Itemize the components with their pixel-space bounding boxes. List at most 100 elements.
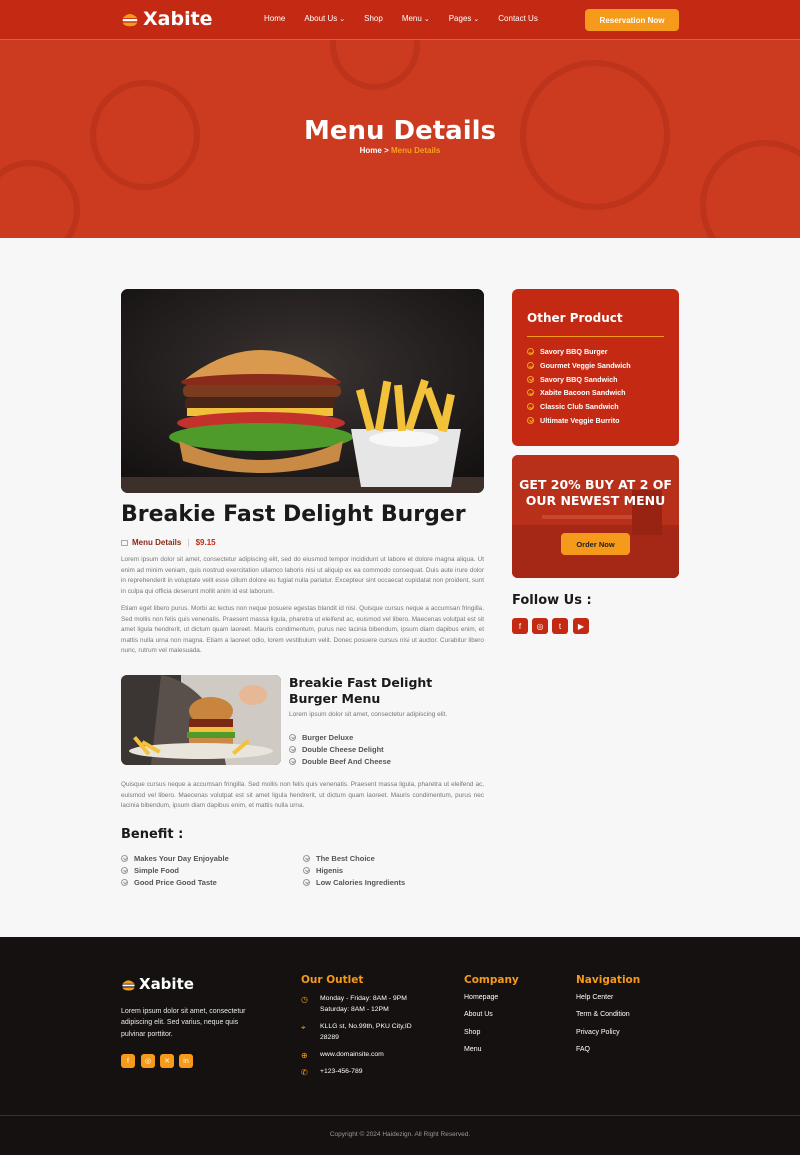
- check-circle-icon: [303, 854, 310, 862]
- article-price: $9.15: [195, 538, 216, 547]
- check-circle-icon: [303, 866, 310, 874]
- product-link[interactable]: Gourmet Veggie Sandwich: [527, 359, 631, 373]
- list-item: Burger Deluxe: [289, 731, 391, 743]
- instagram-icon[interactable]: ◎: [532, 618, 548, 634]
- outlet-title: Our Outlet: [301, 974, 364, 986]
- breadcrumb-home[interactable]: Home: [360, 146, 382, 155]
- chevron-down-icon: ⌄: [339, 16, 346, 23]
- list-item: Double Beef And Cheese: [289, 755, 391, 767]
- nav-menu-label: Menu: [401, 14, 422, 23]
- check-circle-icon: [121, 866, 128, 874]
- promo-banner: GET 20% BUY AT 2 OF OUR NEWEST MENU Orde…: [512, 455, 679, 578]
- menu-section-desc: Lorem ipsum dolor sit amet, consectetur …: [289, 711, 448, 718]
- brand-name: Xabite: [143, 8, 213, 30]
- clock-icon: ◷: [301, 995, 308, 1004]
- article-paragraph: Quisque cursus neque a accumsan fringill…: [121, 781, 484, 810]
- other-product-title: Other Product: [527, 311, 623, 325]
- menu-items-list: Burger Deluxe Double Cheese Delight Doub…: [289, 731, 391, 767]
- check-circle-icon: [527, 389, 534, 397]
- benefit-title: Benefit :: [121, 827, 184, 842]
- hero-plate-decoration: [0, 160, 80, 238]
- hero-plate-decoration: [330, 40, 420, 90]
- footer-link-faq[interactable]: FAQ: [576, 1046, 590, 1053]
- site-footer: Xabite Lorem ipsum dolor sit amet, conse…: [0, 937, 800, 1155]
- facebook-icon[interactable]: f: [121, 1054, 135, 1068]
- chevron-down-icon: ⌄: [423, 16, 430, 23]
- hero-banner: Menu Details Home > Menu Details: [0, 40, 800, 238]
- reservation-button[interactable]: Reservation Now: [585, 9, 679, 31]
- product-label: Savory BBQ Burger: [540, 347, 608, 357]
- outlet-website[interactable]: ⊕ www.domainsite.com: [301, 1049, 384, 1060]
- check-circle-icon: [289, 757, 296, 765]
- list-item: The Best Choice: [303, 852, 405, 864]
- footer-brand-name: Xabite: [139, 975, 194, 993]
- nav-about-label: About Us: [304, 14, 338, 23]
- instagram-icon[interactable]: ◎: [141, 1054, 155, 1068]
- burger-main-image: [121, 289, 484, 493]
- footer-link-about[interactable]: About Us: [464, 1011, 493, 1018]
- page-title: Menu Details: [303, 116, 497, 146]
- check-circle-icon: [289, 745, 296, 753]
- nav-menu[interactable]: Menu ⌄: [402, 14, 430, 23]
- chevron-down-icon: ⌄: [473, 16, 480, 23]
- check-circle-icon: [289, 733, 296, 741]
- article-category[interactable]: Menu Details: [132, 538, 181, 547]
- nav-contact[interactable]: Contact Us: [498, 14, 538, 23]
- linkedin-icon[interactable]: in: [179, 1054, 193, 1068]
- check-circle-icon: [527, 403, 534, 411]
- nav-contact-label: Contact Us: [498, 14, 538, 23]
- product-link[interactable]: Ultimate Veggie Burrito: [527, 413, 631, 427]
- folder-icon: [121, 539, 128, 546]
- youtube-icon[interactable]: ▶: [573, 618, 589, 634]
- outlet-phone[interactable]: ✆ +123-456-789: [301, 1066, 363, 1077]
- footer-link-help[interactable]: Help Center: [576, 994, 613, 1001]
- check-circle-icon: [121, 854, 128, 862]
- list-item: Higenis: [303, 864, 405, 876]
- x-twitter-icon[interactable]: ✕: [160, 1054, 174, 1068]
- article-title: Breakie Fast Delight Burger: [121, 502, 466, 527]
- globe-icon: ⊕: [301, 1051, 308, 1060]
- burger-logo-icon: [122, 979, 135, 990]
- list-item: Simple Food: [121, 864, 229, 876]
- list-item: Good Price Good Taste: [121, 876, 229, 888]
- nav-shop[interactable]: Shop: [364, 14, 383, 23]
- nav-pages-label: Pages: [448, 14, 472, 23]
- burger-eating-image: [121, 675, 281, 765]
- product-label: Xabite Bacoon Sandwich: [540, 388, 626, 398]
- menu-item-label: Double Cheese Delight: [302, 744, 384, 754]
- nav-about[interactable]: About Us ⌄: [304, 14, 345, 23]
- company-title: Company: [464, 974, 519, 986]
- main-nav: Home About Us ⌄ Shop Menu ⌄ Pages ⌄ Contact…: [264, 14, 538, 23]
- product-link[interactable]: Classic Club Sandwich: [527, 400, 631, 414]
- facebook-icon[interactable]: f: [512, 618, 528, 634]
- nav-home[interactable]: Home: [264, 14, 285, 23]
- nav-home-label: Home: [264, 14, 286, 23]
- list-item: Low Calories Ingredients: [303, 876, 405, 888]
- nav-pages[interactable]: Pages ⌄: [449, 14, 480, 23]
- product-label: Classic Club Sandwich: [540, 402, 619, 412]
- product-link[interactable]: Savory BBQ Sandwich: [527, 372, 631, 386]
- product-link[interactable]: Savory BBQ Burger: [527, 345, 631, 359]
- footer-link-shop[interactable]: Shop: [464, 1029, 480, 1036]
- follow-title: Follow Us :: [512, 593, 592, 608]
- divider: [527, 336, 664, 337]
- brand-logo[interactable]: Xabite: [121, 8, 213, 30]
- footer-brand[interactable]: Xabite: [121, 975, 194, 993]
- footer-divider: [0, 1115, 800, 1116]
- footer-link-privacy[interactable]: Privacy Policy: [576, 1029, 620, 1036]
- footer-link-menu[interactable]: Menu: [464, 1046, 482, 1053]
- phone-icon: ✆: [301, 1068, 308, 1077]
- order-now-button[interactable]: Order Now: [561, 533, 630, 555]
- location-pin-icon: ⌖: [301, 1023, 306, 1032]
- phone-label: +123-456-789: [320, 1068, 363, 1075]
- twitter-icon[interactable]: t: [552, 618, 568, 634]
- footer-link-homepage[interactable]: Homepage: [464, 994, 498, 1001]
- product-link[interactable]: Xabite Bacoon Sandwich: [527, 386, 631, 400]
- list-item: Makes Your Day Enjoyable: [121, 852, 229, 864]
- hours-weekday: Monday - Friday: 8AM - 9PM: [320, 995, 407, 1002]
- breadcrumb: Home > Menu Details: [0, 146, 800, 155]
- footer-link-terms[interactable]: Term & Condition: [576, 1011, 630, 1018]
- outlet-hours: ◷ Monday - Friday: 8AM - 9PM Saturday: 8A…: [301, 993, 407, 1015]
- menu-item-label: Double Beef And Cheese: [302, 756, 391, 766]
- meta-divider: |: [187, 538, 190, 547]
